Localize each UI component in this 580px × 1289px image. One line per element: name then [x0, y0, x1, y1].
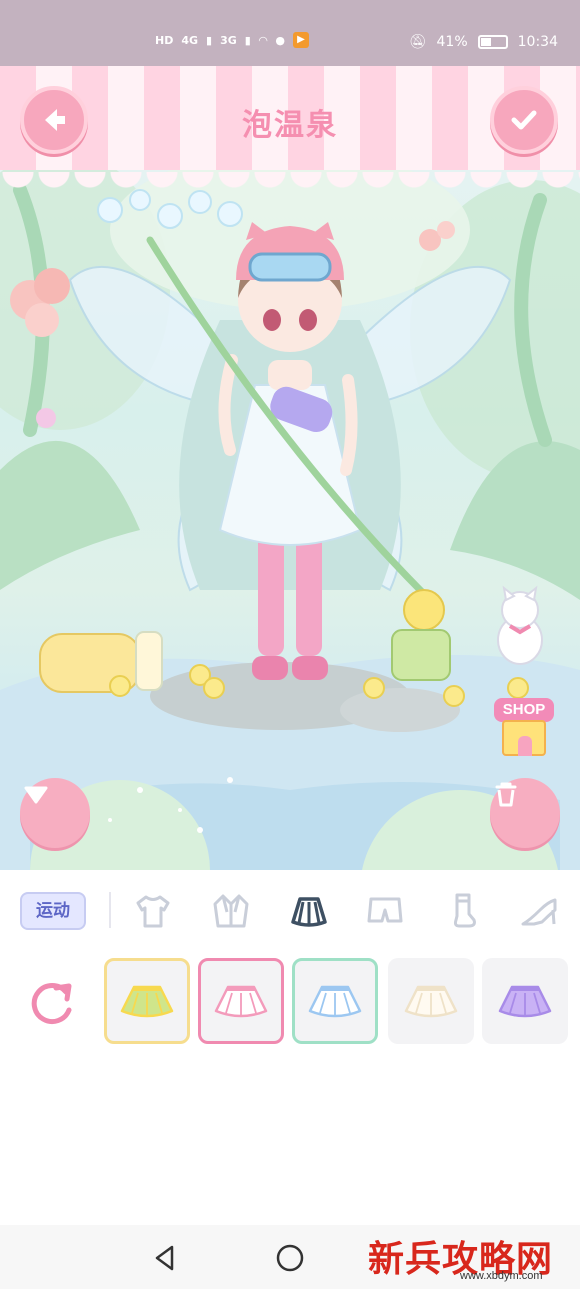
status-icons-right: 🔕︎ 41% 10:34 [409, 34, 558, 50]
skirt-icon [291, 897, 327, 927]
skirt-item[interactable] [198, 958, 284, 1044]
status-bar: HD 4G ▮ 3G ▮ ◠ ● ▶ 🔕︎ 41% 10:34 [0, 0, 580, 66]
skirt-item-icon [120, 985, 174, 1018]
skirt-item-icon [214, 985, 268, 1018]
collapse-button[interactable] [20, 778, 90, 848]
tab-socks[interactable] [440, 888, 486, 934]
shop-button[interactable]: SHOP [494, 698, 554, 760]
shorts-icon [367, 897, 403, 923]
mute-icon: 🔕︎ [408, 34, 427, 50]
skirt-item-icon [308, 985, 362, 1018]
tab-shorts[interactable] [362, 888, 408, 934]
delete-button[interactable] [490, 778, 560, 848]
dressup-scene: SHOP [0, 170, 580, 870]
sock-icon [453, 893, 476, 928]
skirt-item[interactable] [388, 958, 474, 1044]
tab-outerwear[interactable] [208, 888, 254, 934]
battery-icon [477, 35, 508, 49]
watermark-url: www.xbdym.com [460, 1270, 543, 1282]
signal-4g-icon: 4G [181, 33, 199, 47]
confirm-button[interactable] [490, 86, 558, 154]
item-list [0, 952, 580, 1052]
triangle-down-icon [24, 786, 48, 804]
nav-home-icon[interactable] [275, 1243, 305, 1273]
skirt-item[interactable] [104, 958, 190, 1044]
tshirt-icon [136, 895, 170, 928]
skirt-item[interactable] [292, 958, 378, 1044]
scene-illustration [0, 170, 580, 870]
category-label[interactable]: 运动 [20, 892, 86, 930]
tab-divider [109, 892, 111, 928]
tab-skirts[interactable] [286, 888, 332, 934]
tab-shoes[interactable] [516, 888, 562, 934]
reset-icon[interactable] [26, 976, 80, 1030]
skirt-item-icon [404, 985, 458, 1018]
empty-area [0, 1052, 580, 1225]
clock: 10:34 [517, 34, 558, 50]
skirt-item-icon [498, 985, 552, 1018]
wifi-icon: ◠ [258, 33, 268, 47]
shop-house-icon [502, 720, 546, 756]
nav-back-icon[interactable] [150, 1243, 180, 1273]
jacket-icon [213, 894, 249, 928]
category-tab-bar: 运动 [0, 870, 580, 952]
trash-icon [495, 782, 517, 807]
shop-label: SHOP [494, 698, 554, 722]
hd-indicator: HD [155, 33, 174, 47]
qq-icon: ● [275, 33, 285, 47]
battery-percent: 41% [436, 34, 468, 50]
header-scallop-edge [0, 172, 580, 196]
signal-bars-icon: ▮ [244, 33, 251, 47]
signal-3g-icon: 3G [220, 33, 237, 47]
play-icon: ▶ [292, 32, 309, 48]
watermark: 新兵攻略网 www.xbdym.com [368, 1230, 580, 1286]
high-heel-icon [521, 898, 557, 926]
status-icons-left: HD 4G ▮ 3G ▮ ◠ ● ▶ [155, 32, 309, 48]
check-icon [511, 110, 537, 130]
tab-tops[interactable] [130, 888, 176, 934]
skirt-item[interactable] [482, 958, 568, 1044]
signal-bars-icon: ▮ [206, 33, 213, 47]
